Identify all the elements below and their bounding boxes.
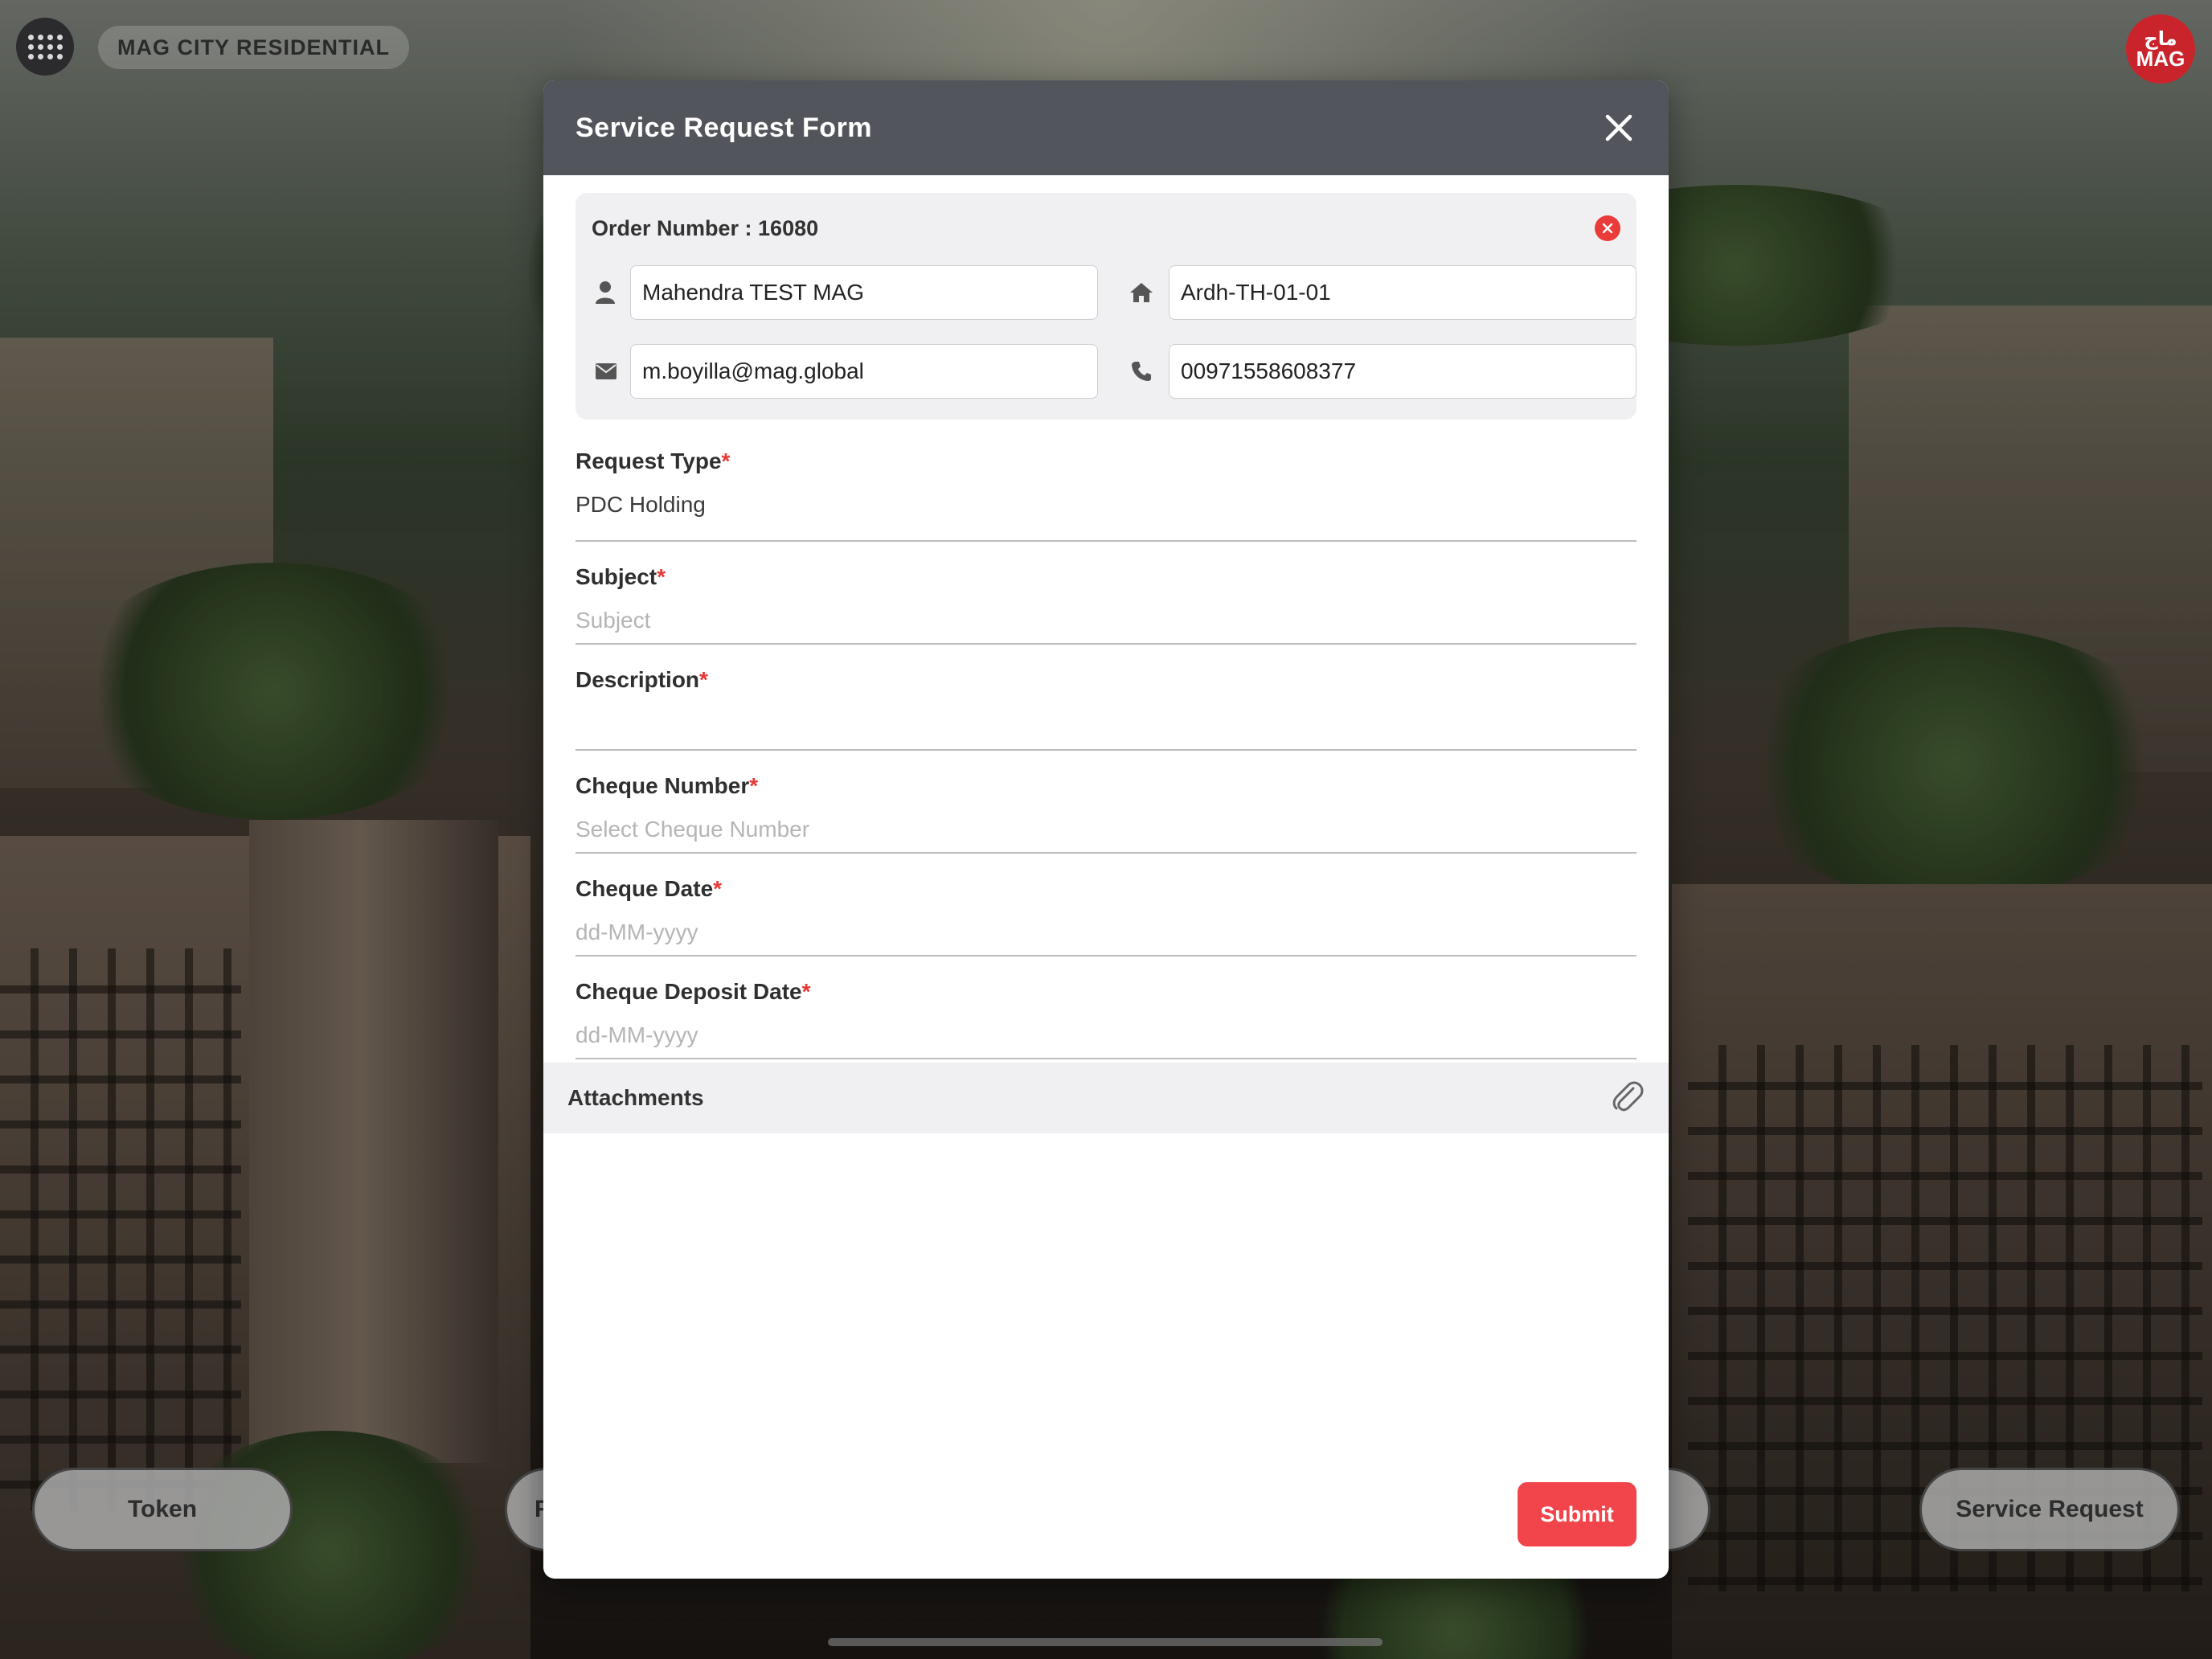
cheque-number-select[interactable]: Select Cheque Number xyxy=(576,817,1636,842)
cheque-number-field[interactable]: Cheque Number* Select Cheque Number xyxy=(576,751,1636,854)
service-request-modal: Service Request Form Order Number : 1608… xyxy=(543,80,1669,1579)
cheque-deposit-date-input[interactable]: dd-MM-yyyy xyxy=(576,1022,1636,1048)
user-icon xyxy=(592,281,630,305)
attachments-bar: Attachments xyxy=(543,1063,1669,1133)
logo-arabic-text: ماج xyxy=(2144,27,2177,50)
modal-title: Service Request Form xyxy=(576,112,873,143)
modal-header: Service Request Form xyxy=(543,80,1669,175)
cancel-x-glyph xyxy=(1602,223,1613,234)
cheque-date-field[interactable]: Cheque Date* dd-MM-yyyy xyxy=(576,854,1636,956)
email-cell: m.boyilla@mag.global xyxy=(592,344,1114,399)
submit-button[interactable]: Submit xyxy=(1518,1482,1636,1546)
grid-dots-icon xyxy=(27,34,63,59)
cancel-circle-icon[interactable] xyxy=(1595,215,1620,241)
order-number: Order Number : 16080 xyxy=(592,215,819,240)
close-button[interactable] xyxy=(1601,110,1636,145)
request-type-field[interactable]: Request Type* PDC Holding xyxy=(576,449,1636,542)
cheque-deposit-date-label: Cheque Deposit Date* xyxy=(576,979,811,1004)
cheque-number-label: Cheque Number* xyxy=(576,773,759,798)
home-icon xyxy=(1114,282,1169,303)
menu-button[interactable] xyxy=(16,18,74,76)
customer-name-field[interactable]: Mahendra TEST MAG xyxy=(630,265,1098,320)
paperclip-icon[interactable] xyxy=(1609,1079,1645,1118)
close-icon xyxy=(1605,114,1632,141)
cheque-deposit-date-field[interactable]: Cheque Deposit Date* dd-MM-yyyy xyxy=(576,956,1636,1059)
envelope-icon xyxy=(592,363,630,380)
token-button[interactable]: Token xyxy=(32,1468,293,1551)
app-title: MAG CITY RESIDENTIAL xyxy=(98,26,410,69)
unit-cell: Ardh-TH-01-01 xyxy=(1114,265,1636,320)
app-screen: MAG CITY RESIDENTIAL ماج MAG Token R Ser… xyxy=(0,0,2212,1659)
request-type-label: Request Type* xyxy=(576,449,731,473)
mag-logo[interactable]: ماج MAG xyxy=(2126,14,2195,84)
service-request-button[interactable]: Service Request xyxy=(1919,1468,2180,1551)
cheque-date-input[interactable]: dd-MM-yyyy xyxy=(576,920,1636,945)
modal-body: Order Number : 16080 Mahendra TEST MAG A… xyxy=(543,175,1669,1059)
customer-info-grid: Mahendra TEST MAG Ardh-TH-01-01 m.boyill… xyxy=(592,265,1636,399)
unit-field[interactable]: Ardh-TH-01-01 xyxy=(1169,265,1636,320)
cheque-date-label: Cheque Date* xyxy=(576,876,723,901)
description-label: Description* xyxy=(576,667,708,692)
phone-field[interactable]: 00971558608377 xyxy=(1169,344,1636,399)
phone-cell: 00971558608377 xyxy=(1114,344,1636,399)
customer-info-card: Order Number : 16080 Mahendra TEST MAG A… xyxy=(576,193,1636,420)
order-row: Order Number : 16080 xyxy=(592,212,1620,244)
phone-icon xyxy=(1114,361,1169,382)
subject-field[interactable]: Subject* Subject xyxy=(576,542,1636,645)
attachments-label: Attachments xyxy=(567,1085,704,1110)
subject-label: Subject* xyxy=(576,564,666,589)
request-type-value: PDC Holding xyxy=(576,492,706,517)
description-field[interactable]: Description* xyxy=(576,645,1636,751)
home-indicator[interactable] xyxy=(828,1638,1382,1646)
subject-input[interactable]: Subject xyxy=(576,608,1636,633)
customer-name-cell: Mahendra TEST MAG xyxy=(592,265,1114,320)
logo-text: MAG xyxy=(2136,47,2185,71)
email-field[interactable]: m.boyilla@mag.global xyxy=(630,344,1098,399)
